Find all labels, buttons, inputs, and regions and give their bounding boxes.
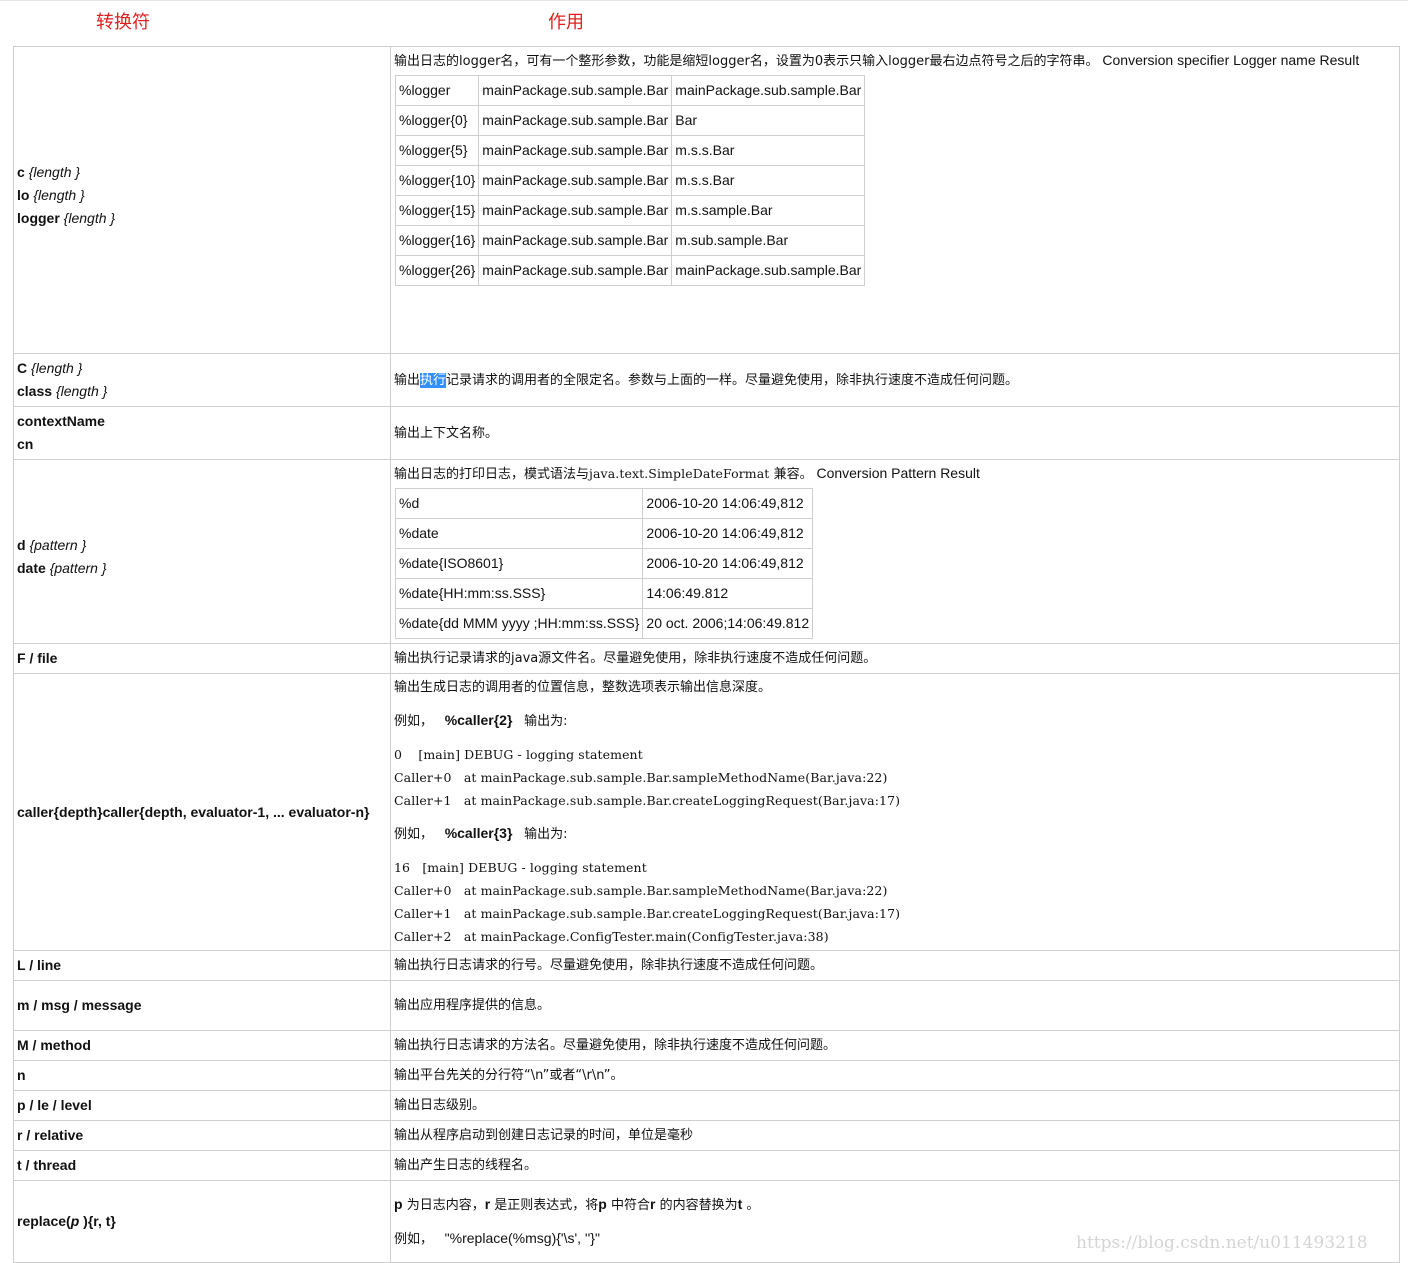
column-header-function: 作用 [548, 12, 584, 33]
desc-cell: 输出日志的logger名，可有一个整形参数，功能是缩短logger名，设置为0表… [390, 46, 1400, 354]
table-row: M / method 输出执行日志请求的方法名。尽量避免使用，除非执行速度不造成… [13, 1030, 1400, 1061]
key-cell: L / line [13, 950, 391, 981]
desc-cell: 输出生成日志的调用者的位置信息，整数选项表示输出信息深度。 例如， %calle… [390, 673, 1400, 951]
key-cell: F / file [13, 643, 391, 674]
logger-example-cell: Bar [671, 105, 866, 136]
key-cell: M / method [13, 1030, 391, 1061]
logger-example-cell: mainPackage.sub.sample.Bar [478, 105, 673, 136]
key-cell: r / relative [13, 1120, 391, 1151]
table-row: C {length } class {length } 输出执行记录请求的调用者… [13, 353, 1400, 407]
logger-example-cell: %logger [394, 75, 480, 106]
desc-cell: 输出平台先关的分行符“\n”或者“\r\n”。 [390, 1060, 1400, 1091]
column-header-converter: 转换符 [96, 12, 150, 33]
logger-example-table: %logger mainPackage.sub.sample.Bar mainPac… [394, 75, 866, 286]
desc-cell: 输出上下文名称。 [390, 406, 1400, 460]
desc-cell: 输出执行记录请求的调用者的全限定名。参数与上面的一样。尽量避免使用，除非执行速度… [390, 353, 1400, 407]
table-row: contextName cn 输出上下文名称。 [13, 406, 1400, 460]
desc-cell: 输出执行记录请求的java源文件名。尽量避免使用，除非执行速度不造成任何问题。 [390, 643, 1400, 674]
logger-example-row: %logger{10} mainPackage.sub.sample.Bar m.s… [394, 165, 866, 196]
key-cell: p / le / level [13, 1090, 391, 1121]
logger-example-cell: %logger{26} [394, 255, 480, 286]
key-cell: C {length } class {length } [13, 353, 391, 407]
logger-example-cell: %logger{10} [394, 165, 480, 196]
key-cell: m / msg / message [13, 980, 391, 1031]
logger-example-row: %logger mainPackage.sub.sample.Bar mainPac… [394, 75, 866, 106]
logger-example-cell: %logger{16} [394, 225, 480, 256]
key-cell: n [13, 1060, 391, 1091]
logger-example-cell: mainPackage.sub.sample.Bar [478, 165, 673, 196]
logger-example-row: %logger{15} mainPackage.sub.sample.Bar m.s… [394, 195, 866, 226]
table-row: n 输出平台先关的分行符“\n”或者“\r\n”。 [13, 1060, 1400, 1091]
date-example-cell: 2006-10-20 14:06:49,812 [642, 548, 814, 579]
logger-example-row: %logger{0} mainPackage.sub.sample.Bar Bar [394, 105, 866, 136]
date-example-cell: %date [394, 518, 644, 549]
table-row: caller{depth}caller{depth, evaluator-1, … [13, 673, 1400, 951]
table-row: m / msg / message 输出应用程序提供的信息。 [13, 980, 1400, 1031]
date-example-row: %date 2006-10-20 14:06:49,812 [394, 518, 814, 549]
logger-example-cell: m.s.sample.Bar [671, 195, 866, 226]
date-example-cell: 2006-10-20 14:06:49,812 [642, 518, 814, 549]
logger-example-cell: mainPackage.sub.sample.Bar [478, 255, 673, 286]
logger-example-cell: %logger{5} [394, 135, 480, 166]
date-example-row: %date{ISO8601} 2006-10-20 14:06:49,812 [394, 548, 814, 579]
date-example-cell: %date{ISO8601} [394, 548, 644, 579]
logger-example-cell: %logger{15} [394, 195, 480, 226]
desc-cell: 输出产生日志的线程名。 [390, 1150, 1400, 1181]
desc-cell: 输出日志级别。 [390, 1090, 1400, 1121]
desc-cell: 输出执行日志请求的方法名。尽量避免使用，除非执行速度不造成任何问题。 [390, 1030, 1400, 1061]
table-row: p / le / level 输出日志级别。 [13, 1090, 1400, 1121]
top-divider [0, 0, 1408, 1]
logger-example-row: %logger{5} mainPackage.sub.sample.Bar m.s.… [394, 135, 866, 166]
date-example-cell: 2006-10-20 14:06:49,812 [642, 488, 814, 519]
key-cell: c {length } lo {length } logger {length … [13, 46, 391, 354]
logger-example-cell: m.s.s.Bar [671, 135, 866, 166]
text-selection: 执行 [420, 372, 447, 388]
date-example-cell: %d [394, 488, 644, 519]
table-row: d {pattern } date {pattern } 输出日志的打印日志，模… [13, 459, 1400, 644]
desc-cell: 输出执行日志请求的行号。尽量避免使用，除非执行速度不造成任何问题。 [390, 950, 1400, 981]
key-cell: t / thread [13, 1150, 391, 1181]
table-row: L / line 输出执行日志请求的行号。尽量避免使用，除非执行速度不造成任何问… [13, 950, 1400, 981]
watermark: https://blog.csdn.net/u011493218 [1076, 1233, 1368, 1253]
key-cell: contextName cn [13, 406, 391, 460]
logger-example-cell: m.sub.sample.Bar [671, 225, 866, 256]
logger-example-cell: mainPackage.sub.sample.Bar [478, 135, 673, 166]
logger-example-row: %logger{26} mainPackage.sub.sample.Bar mai… [394, 255, 866, 286]
date-example-cell: 14:06:49.812 [642, 578, 814, 609]
date-example-row: %date{HH:mm:ss.SSS} 14:06:49.812 [394, 578, 814, 609]
date-example-table: %d 2006-10-20 14:06:49,812 %date 2006-10-20… [394, 488, 814, 639]
logger-example-cell: mainPackage.sub.sample.Bar [478, 225, 673, 256]
table-row: t / thread 输出产生日志的线程名。 [13, 1150, 1400, 1181]
date-example-cell: %date{HH:mm:ss.SSS} [394, 578, 644, 609]
logger-example-cell: mainPackage.sub.sample.Bar [671, 75, 866, 106]
table-row: F / file 输出执行记录请求的java源文件名。尽量避免使用，除非执行速度… [13, 643, 1400, 674]
date-example-row: %d 2006-10-20 14:06:49,812 [394, 488, 814, 519]
desc-cell: 输出从程序启动到创建日志记录的时间，单位是毫秒 [390, 1120, 1400, 1151]
desc-cell: 输出日志的打印日志，模式语法与java.text.SimpleDateForma… [390, 459, 1400, 644]
logger-example-cell: mainPackage.sub.sample.Bar [478, 195, 673, 226]
table-row: r / relative 输出从程序启动到创建日志记录的时间，单位是毫秒 [13, 1120, 1400, 1151]
key-cell: caller{depth}caller{depth, evaluator-1, … [13, 673, 391, 951]
date-example-row: %date{dd MMM yyyy ;HH:mm:ss.SSS} 20 oct. … [394, 608, 814, 639]
desc-cell: 输出应用程序提供的信息。 [390, 980, 1400, 1031]
logger-example-cell: %logger{0} [394, 105, 480, 136]
logger-example-cell: mainPackage.sub.sample.Bar [671, 255, 866, 286]
conversion-table: c {length } lo {length } logger {length … [13, 46, 1400, 1263]
logger-example-cell: mainPackage.sub.sample.Bar [478, 75, 673, 106]
table-row: c {length } lo {length } logger {length … [13, 46, 1400, 354]
logger-example-row: %logger{16} mainPackage.sub.sample.Bar m.s… [394, 225, 866, 256]
date-example-cell: %date{dd MMM yyyy ;HH:mm:ss.SSS} [394, 608, 644, 639]
date-example-cell: 20 oct. 2006;14:06:49.812 [642, 608, 814, 639]
logger-example-cell: m.s.s.Bar [671, 165, 866, 196]
key-cell: replace(p ){r, t} [13, 1180, 391, 1263]
key-cell: d {pattern } date {pattern } [13, 459, 391, 644]
